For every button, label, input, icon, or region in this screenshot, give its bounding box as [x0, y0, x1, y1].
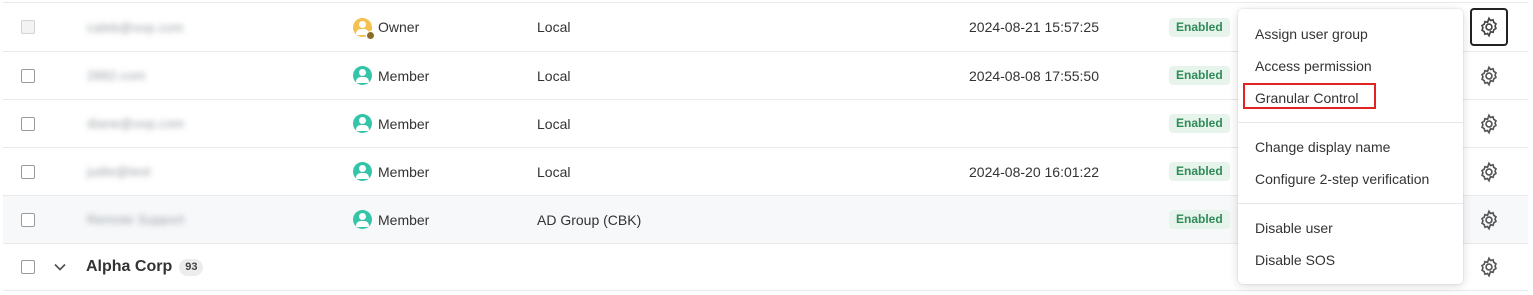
status-badge: Enabled — [1169, 66, 1230, 85]
user-role: Member — [378, 211, 430, 228]
gear-icon — [1481, 16, 1497, 38]
menu-item-disable-user[interactable]: Disable user — [1255, 219, 1333, 237]
gear-icon — [1481, 112, 1497, 135]
status-badge: Enabled — [1169, 17, 1230, 37]
menu-item-change-display-name[interactable]: Change display name — [1255, 138, 1390, 156]
menu-divider — [1238, 122, 1463, 123]
user-email: diane@oop.com — [87, 116, 185, 131]
granular-control-highlight — [1243, 83, 1376, 109]
member-role-icon — [353, 66, 372, 85]
row-settings-button[interactable] — [1470, 57, 1508, 95]
gear-icon — [1481, 64, 1497, 87]
gear-icon — [1481, 208, 1497, 231]
owner-role-icon — [353, 17, 375, 40]
row-settings-button[interactable] — [1470, 201, 1508, 239]
last-login: 2024-08-20 16:01:22 — [969, 163, 1099, 180]
menu-item-access-permission[interactable]: Access permission — [1255, 57, 1372, 75]
row-settings-button[interactable] — [1470, 153, 1508, 191]
menu-item-assign-user-group[interactable]: Assign user group — [1255, 25, 1368, 43]
group-member-count: 93 — [179, 258, 204, 276]
user-role: Owner — [378, 19, 420, 35]
status-badge: Enabled — [1169, 114, 1230, 133]
user-role: Member — [378, 115, 430, 132]
user-email: judie@test — [87, 164, 151, 179]
member-role-icon — [353, 210, 372, 229]
last-login: 2024-08-08 17:55:50 — [969, 67, 1099, 84]
auth-source: Local — [537, 163, 571, 180]
auth-source: AD Group (CBK) — [537, 211, 642, 228]
group-settings-button[interactable] — [1470, 248, 1508, 286]
row-checkbox[interactable] — [21, 164, 35, 179]
group-name: Alpha Corp — [86, 258, 173, 275]
auth-source: Local — [537, 67, 571, 84]
row-checkbox[interactable] — [21, 212, 35, 227]
user-role: Member — [378, 67, 430, 84]
row-checkbox[interactable] — [21, 20, 35, 34]
row-settings-button[interactable] — [1470, 105, 1508, 143]
menu-item-disable-sos[interactable]: Disable SOS — [1255, 251, 1335, 269]
row-settings-button[interactable] — [1470, 8, 1508, 46]
user-email: caleb@oop.com — [87, 19, 184, 35]
user-email: 2882.com — [87, 68, 146, 83]
gear-icon — [1481, 160, 1497, 183]
chevron-down-icon[interactable] — [53, 260, 67, 274]
last-login: 2024-08-21 15:57:25 — [969, 19, 1099, 35]
auth-source: Local — [537, 19, 571, 35]
row-checkbox[interactable] — [21, 68, 35, 83]
row-checkbox[interactable] — [21, 116, 35, 131]
user-role: Member — [378, 163, 430, 180]
menu-divider — [1238, 203, 1463, 204]
group-checkbox[interactable] — [21, 260, 35, 274]
user-actions-menu: Assign user group Access permission Gran… — [1238, 9, 1463, 284]
menu-item-configure-2-step-verification[interactable]: Configure 2-step verification — [1255, 170, 1429, 188]
member-role-icon — [353, 162, 372, 181]
status-badge: Enabled — [1169, 162, 1230, 181]
status-badge: Enabled — [1169, 210, 1230, 229]
gear-icon — [1481, 256, 1497, 278]
auth-source: Local — [537, 115, 571, 132]
member-role-icon — [353, 114, 372, 133]
user-email: Remote Support — [87, 212, 185, 227]
